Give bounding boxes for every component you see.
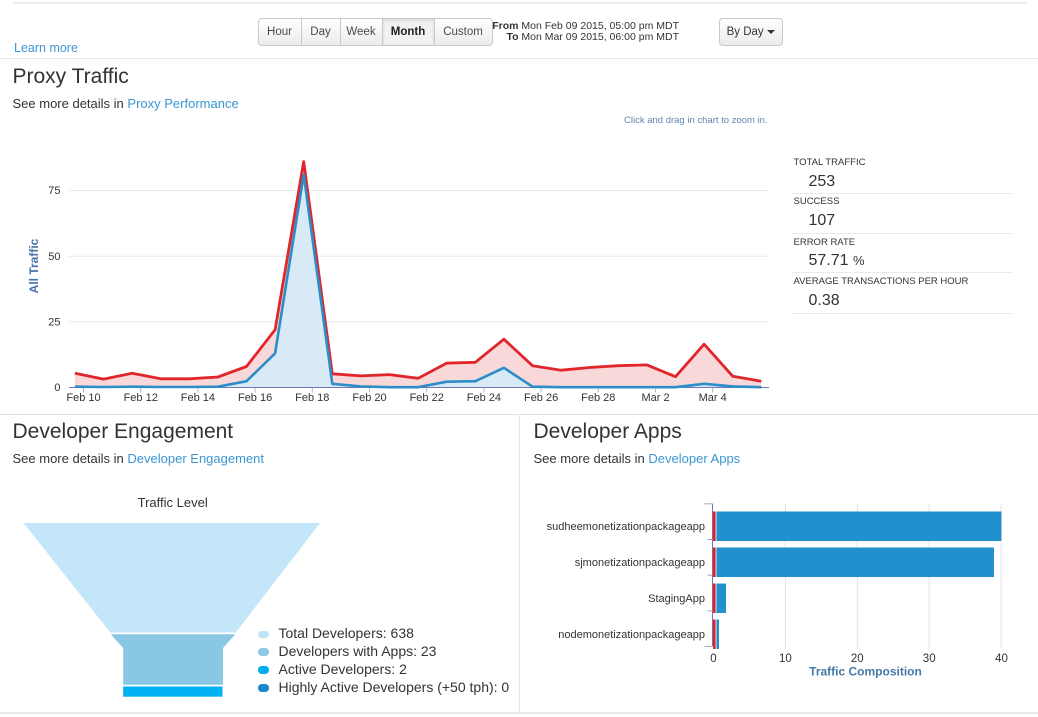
svg-text:0: 0 [54, 382, 60, 394]
svg-text:Feb 22: Feb 22 [410, 392, 444, 404]
svg-text:40: 40 [995, 653, 1008, 665]
svg-text:10: 10 [779, 653, 792, 665]
svg-text:StagingApp: StagingApp [648, 593, 705, 605]
svg-text:Feb 12: Feb 12 [124, 392, 158, 404]
svg-text:All Traffic: All Traffic [27, 238, 41, 293]
svg-text:0: 0 [710, 653, 716, 665]
svg-text:50: 50 [48, 251, 60, 263]
svg-text:Feb 18: Feb 18 [295, 392, 329, 404]
svg-text:Feb 20: Feb 20 [352, 392, 386, 404]
svg-text:nodemonetizationpackageapp: nodemonetizationpackageapp [558, 629, 705, 641]
svg-text:Traffic Composition: Traffic Composition [809, 664, 922, 678]
svg-text:30: 30 [923, 653, 936, 665]
svg-text:25: 25 [48, 316, 60, 328]
svg-text:Mar 4: Mar 4 [699, 392, 727, 404]
svg-text:sjmonetizationpackageapp: sjmonetizationpackageapp [575, 557, 705, 569]
svg-text:Feb 28: Feb 28 [581, 392, 615, 404]
svg-text:Feb 14: Feb 14 [181, 392, 215, 404]
svg-text:Feb 26: Feb 26 [524, 392, 558, 404]
svg-text:Feb 10: Feb 10 [66, 392, 100, 404]
svg-text:75: 75 [48, 185, 60, 197]
svg-text:sudheemonetizationpackageapp: sudheemonetizationpackageapp [547, 521, 705, 533]
svg-text:Mar 2: Mar 2 [641, 392, 669, 404]
svg-text:Feb 24: Feb 24 [467, 392, 501, 404]
svg-text:Feb 16: Feb 16 [238, 392, 272, 404]
